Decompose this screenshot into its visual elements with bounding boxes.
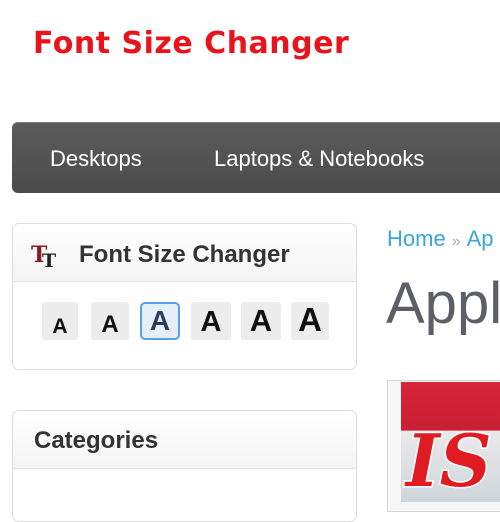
module-title: Font Size Changer <box>79 241 290 268</box>
breadcrumb-current[interactable]: Ap <box>467 226 494 251</box>
font-size-button-6[interactable]: A <box>291 301 329 340</box>
font-size-button-2[interactable]: A <box>91 302 129 340</box>
nav-item-laptops-notebooks[interactable]: Laptops & Notebooks <box>214 146 424 172</box>
banner-title: Font Size Changer <box>33 26 350 61</box>
page-title: Appl <box>386 271 500 336</box>
font-size-tt-icon: T T <box>31 242 56 270</box>
module-header: Categories <box>13 411 356 469</box>
categories-title: Categories <box>34 427 159 454</box>
svg-text:IS: IS <box>404 418 492 500</box>
breadcrumb-home[interactable]: Home <box>387 226 446 251</box>
module-header: T T Font Size Changer <box>13 224 356 282</box>
font-size-changer-module: T T Font Size Changer <box>12 223 357 370</box>
font-size-button-5[interactable]: A <box>241 302 281 340</box>
nav-item-desktops[interactable]: Desktops <box>50 146 142 172</box>
main-navbar: Desktops Laptops & Notebooks <box>12 122 500 193</box>
breadcrumb: Home » Ap <box>387 226 494 252</box>
font-size-button-4[interactable]: A <box>191 302 231 340</box>
svg-text:T: T <box>42 250 56 270</box>
is-logo-watermark: IS <box>403 417 494 501</box>
categories-module: Categories <box>12 410 357 522</box>
breadcrumb-separator: » <box>451 233 461 250</box>
font-size-button-1[interactable]: A <box>42 302 78 340</box>
font-size-button-3[interactable]: A <box>140 302 180 340</box>
